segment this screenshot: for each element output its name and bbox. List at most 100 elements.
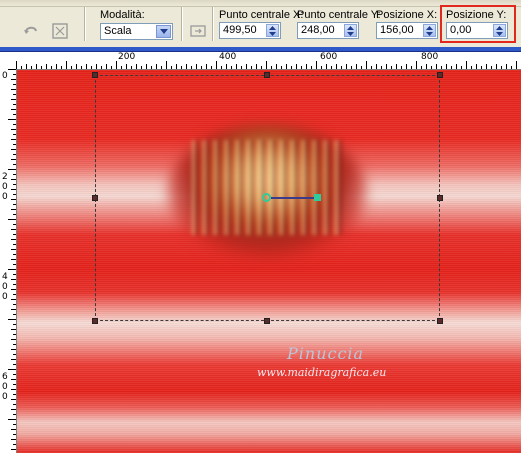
vertical-ruler: 0200400600 (0, 69, 17, 453)
ruler-tick (141, 66, 142, 69)
ruler-number: 0 (2, 282, 8, 292)
handle-middle-right[interactable] (437, 195, 443, 201)
ruler-tick (13, 324, 16, 325)
center-x-label: Punto centrale X: (219, 9, 304, 21)
ruler-tick (301, 66, 302, 69)
ruler-tick (11, 449, 16, 450)
center-y-value: 248,00 (301, 24, 335, 36)
ruler-tick (361, 66, 362, 69)
ruler-tick (21, 66, 22, 69)
center-x-field[interactable]: 499,50 (219, 22, 281, 39)
handle-top-center[interactable] (264, 72, 270, 78)
ruler-tick (36, 64, 37, 69)
spin-arrows-icon[interactable] (423, 24, 436, 37)
ruler-tick (441, 66, 442, 69)
separator (181, 7, 183, 41)
ruler-tick (326, 64, 327, 69)
ruler-tick (11, 239, 16, 240)
ruler-number: 0 (2, 292, 8, 302)
ruler-tick (176, 64, 177, 69)
ruler-tick (13, 314, 16, 315)
center-y-field[interactable]: 248,00 (297, 22, 359, 39)
separator (212, 7, 214, 41)
reset-icon[interactable] (20, 20, 42, 42)
ruler-tick (486, 64, 487, 69)
ruler-tick (11, 339, 16, 340)
ruler-tick (13, 234, 16, 235)
ruler-tick (13, 414, 16, 415)
ruler-number: 4 (2, 272, 8, 282)
presets-icon[interactable] (187, 20, 209, 42)
ruler-tick (13, 134, 16, 135)
ruler-tick (13, 394, 16, 395)
handle-top-right[interactable] (437, 72, 443, 78)
ruler-tick (8, 69, 16, 70)
ruler-number: 0 (2, 382, 8, 392)
spin-arrows-icon[interactable] (266, 24, 279, 37)
ruler-tick (11, 399, 16, 400)
ruler-tick (481, 66, 482, 69)
ruler-tick (41, 66, 42, 69)
ruler-tick (26, 64, 27, 69)
ruler-tick (511, 66, 512, 69)
ruler-tick (13, 424, 16, 425)
ruler-tick (166, 61, 167, 69)
handle-bottom-left[interactable] (92, 318, 98, 324)
ruler-tick (11, 379, 16, 380)
pos-x-field[interactable]: 156,00 (376, 22, 438, 39)
ruler-tick (146, 64, 147, 69)
ruler-tick (191, 66, 192, 69)
ruler-tick (13, 434, 16, 435)
ruler-tick (101, 66, 102, 69)
ruler-tick (11, 99, 16, 100)
handle-middle-left[interactable] (92, 195, 98, 201)
center-x-value: 499,50 (223, 24, 257, 36)
ruler-tick (271, 66, 272, 69)
ruler-tick (376, 64, 377, 69)
ruler-tick (13, 284, 16, 285)
ruler-number: 6 (2, 372, 8, 382)
handle-bottom-center[interactable] (264, 318, 270, 324)
ruler-tick (13, 274, 16, 275)
ruler-tick (296, 64, 297, 69)
ruler-tick (13, 254, 16, 255)
ruler-tick (13, 344, 16, 345)
horizontal-ruler: 200 400 600 800 (0, 52, 521, 70)
watermark-url: www.maidiragrafica.eu (257, 366, 387, 379)
ruler-tick (16, 61, 17, 69)
ruler-tick (13, 194, 16, 195)
mode-select-value: Scala (104, 25, 132, 37)
ruler-tick (11, 289, 16, 290)
ruler-tick (13, 214, 16, 215)
ruler-tick (286, 64, 287, 69)
rotation-handle[interactable] (314, 194, 321, 201)
rotation-pivot-icon[interactable] (262, 193, 271, 202)
transform-icon[interactable] (49, 20, 71, 42)
ruler-tick (341, 66, 342, 69)
ruler-tick (66, 61, 67, 69)
ruler-tick (13, 294, 16, 295)
spin-arrows-icon[interactable] (344, 24, 357, 37)
ruler-tick (426, 64, 427, 69)
ruler-tick (11, 409, 16, 410)
ruler-tick (86, 64, 87, 69)
separator (84, 7, 86, 41)
ruler-tick (151, 66, 152, 69)
ruler-tick (11, 179, 16, 180)
handle-bottom-right[interactable] (437, 318, 443, 324)
ruler-tick (11, 349, 16, 350)
ruler-tick (13, 364, 16, 365)
handle-top-left[interactable] (92, 72, 98, 78)
image-canvas[interactable]: Pinuccia www.maidiragrafica.eu (17, 70, 521, 453)
ruler-tick (311, 66, 312, 69)
ruler-tick (461, 66, 462, 69)
ruler-tick (416, 61, 417, 69)
ruler-tick (181, 66, 182, 69)
ruler-tick (11, 139, 16, 140)
ruler-tick (516, 61, 517, 69)
ruler-tick (13, 354, 16, 355)
ruler-number: 0 (2, 71, 8, 81)
mode-select[interactable]: Scala (100, 23, 173, 40)
ruler-tick (13, 174, 16, 175)
chevron-down-icon[interactable] (156, 25, 171, 38)
